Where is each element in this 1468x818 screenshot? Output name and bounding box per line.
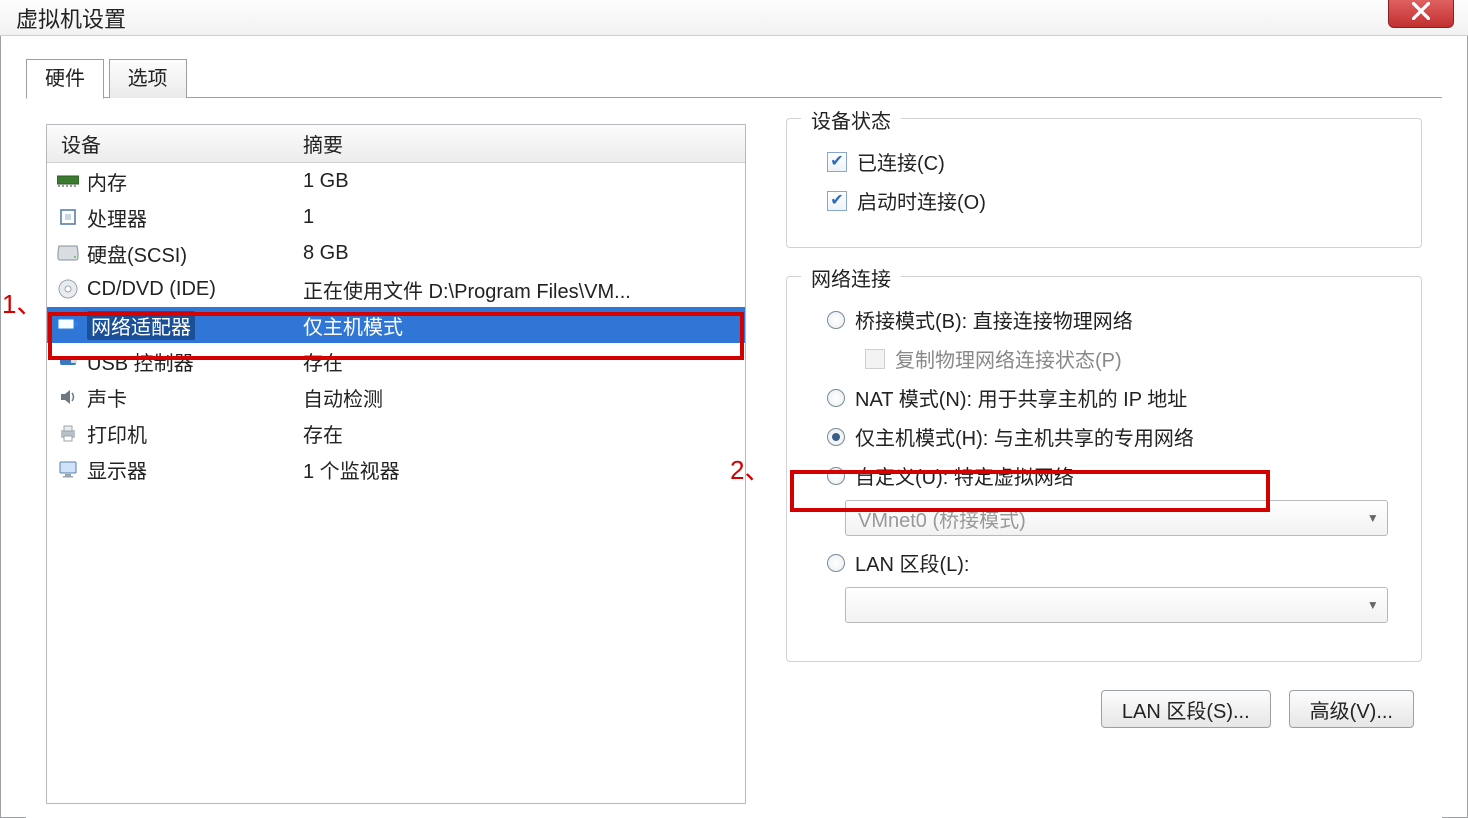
device-label: 网络适配器 [87, 311, 195, 340]
radio-icon [827, 428, 845, 446]
network-adapter-icon [57, 315, 79, 335]
device-summary: 正在使用文件 D:\Program Files\VM... [297, 275, 745, 304]
device-row-cpu[interactable]: 处理器 1 [47, 199, 745, 235]
device-row-printer[interactable]: 打印机 存在 [47, 415, 745, 451]
radio-custom[interactable]: 自定义(U): 特定虚拟网络 [827, 461, 1399, 490]
custom-vmnet-select: VMnet0 (桥接模式) ▼ [845, 500, 1388, 536]
radio-label: LAN 区段(L): [855, 548, 969, 577]
device-label: 打印机 [87, 419, 147, 448]
radio-label: NAT 模式(N): 用于共享主机的 IP 地址 [855, 383, 1187, 412]
device-label: CD/DVD (IDE) [87, 278, 216, 301]
cpu-icon [57, 207, 79, 227]
device-row-cddvd[interactable]: CD/DVD (IDE) 正在使用文件 D:\Program Files\VM.… [47, 271, 745, 307]
tab-options[interactable]: 选项 [109, 59, 187, 99]
radio-nat[interactable]: NAT 模式(N): 用于共享主机的 IP 地址 [827, 383, 1399, 412]
device-summary: 存在 [297, 419, 745, 448]
radio-lan-segment[interactable]: LAN 区段(L): [827, 548, 1399, 577]
device-row-memory[interactable]: 内存 1 GB [47, 163, 745, 199]
device-label: 硬盘(SCSI) [87, 239, 187, 268]
radio-bridged[interactable]: 桥接模式(B): 直接连接物理网络 [827, 305, 1399, 334]
device-summary: 1 个监视器 [297, 455, 745, 484]
close-icon [1412, 2, 1430, 25]
device-row-usb[interactable]: USB 控制器 存在 [47, 343, 745, 379]
radio-icon [827, 554, 845, 572]
radio-icon [827, 311, 845, 329]
device-summary: 自动检测 [297, 383, 745, 412]
chevron-down-icon: ▼ [1367, 598, 1379, 612]
device-summary: 1 [297, 206, 745, 229]
window-title: 虚拟机设置 [16, 2, 126, 34]
header-device: 设备 [47, 125, 297, 162]
memory-icon [57, 171, 79, 191]
device-summary: 存在 [297, 347, 745, 376]
radio-label: 桥接模式(B): 直接连接物理网络 [855, 305, 1133, 334]
checkbox-icon [865, 349, 885, 369]
lan-segment-select: ▼ [845, 587, 1388, 623]
checkbox-replicate-state: 复制物理网络连接状态(P) [865, 344, 1399, 373]
device-list: 设备 摘要 内存 1 GB 处理器 1 硬盘(SCSI) 8 GB [46, 124, 746, 804]
header-summary: 摘要 [297, 125, 745, 162]
lan-segments-button[interactable]: LAN 区段(S)... [1101, 690, 1271, 728]
device-label: 声卡 [87, 383, 127, 412]
group-title-network: 网络连接 [801, 263, 901, 292]
advanced-button[interactable]: 高级(V)... [1289, 690, 1414, 728]
device-row-sound[interactable]: 声卡 自动检测 [47, 379, 745, 415]
tabstrip: 硬件 选项 [26, 58, 1442, 98]
checkbox-icon: ✔ [827, 152, 847, 172]
checkbox-icon: ✔ [827, 191, 847, 211]
close-button[interactable] [1388, 0, 1454, 28]
network-connection-group: 网络连接 桥接模式(B): 直接连接物理网络 复制物理网络连接状态(P) NAT… [786, 276, 1422, 662]
device-label: 处理器 [87, 203, 147, 232]
radio-icon [827, 389, 845, 407]
checkbox-label: 复制物理网络连接状态(P) [895, 344, 1122, 373]
button-row: LAN 区段(S)... 高级(V)... [786, 690, 1422, 728]
printer-icon [57, 423, 79, 443]
tab-hardware[interactable]: 硬件 [26, 59, 104, 99]
titlebar: 虚拟机设置 [0, 0, 1468, 36]
device-summary: 1 GB [297, 170, 745, 193]
usb-icon [57, 351, 79, 371]
radio-host-only[interactable]: 仅主机模式(H): 与主机共享的专用网络 [827, 422, 1399, 451]
radio-label: 仅主机模式(H): 与主机共享的专用网络 [855, 422, 1194, 451]
hdd-icon [57, 243, 79, 263]
device-label: 显示器 [87, 455, 147, 484]
sound-icon [57, 387, 79, 407]
checkbox-label: 启动时连接(O) [857, 186, 986, 215]
cd-icon [57, 279, 79, 299]
display-icon [57, 459, 79, 479]
device-summary: 仅主机模式 [297, 311, 745, 340]
device-row-hdd[interactable]: 硬盘(SCSI) 8 GB [47, 235, 745, 271]
device-row-display[interactable]: 显示器 1 个监视器 [47, 451, 745, 487]
chevron-down-icon: ▼ [1367, 511, 1379, 525]
group-title-status: 设备状态 [801, 105, 901, 134]
combo-value: VMnet0 (桥接模式) [858, 504, 1026, 533]
device-list-header: 设备 摘要 [47, 125, 745, 163]
radio-icon [827, 467, 845, 485]
device-row-network-adapter[interactable]: 网络适配器 仅主机模式 [47, 307, 745, 343]
checkbox-connected[interactable]: ✔ 已连接(C) [827, 147, 1399, 176]
device-status-group: 设备状态 ✔ 已连接(C) ✔ 启动时连接(O) [786, 118, 1422, 248]
device-summary: 8 GB [297, 242, 745, 265]
radio-label: 自定义(U): 特定虚拟网络 [855, 461, 1074, 490]
device-label: 内存 [87, 167, 127, 196]
device-label: USB 控制器 [87, 347, 194, 376]
checkbox-label: 已连接(C) [857, 147, 945, 176]
checkbox-connect-at-power-on[interactable]: ✔ 启动时连接(O) [827, 186, 1399, 215]
